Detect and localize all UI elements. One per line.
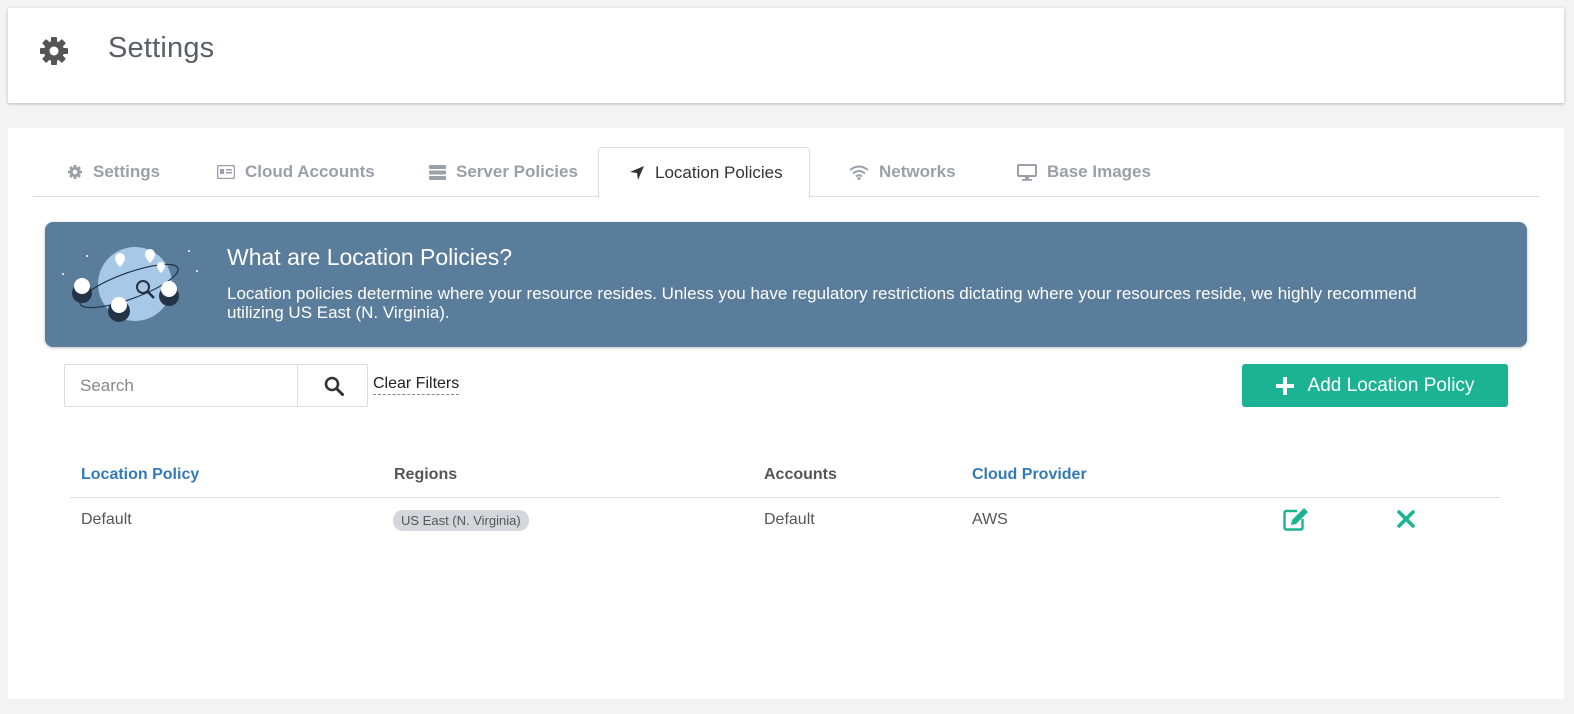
search-input[interactable] [65,365,298,406]
page-header: Settings [8,8,1564,103]
plus-icon [1275,376,1294,395]
page-title: Settings [108,32,215,64]
location-policies-table: Location Policy Regions Accounts Cloud P… [70,454,1501,542]
column-header-location-policy[interactable]: Location Policy [81,466,199,484]
table-row: Default US East (N. Virginia) Default AW… [70,498,1501,542]
info-banner: What are Location Policies? Location pol… [45,222,1527,347]
id-card-icon [217,165,235,179]
tab-networks[interactable]: Networks [845,147,956,197]
banner-description: Location policies determine where your r… [227,284,1417,322]
table-header: Location Policy Regions Accounts Cloud P… [70,454,1501,498]
globe-illustration [62,247,198,322]
settings-panel: Settings Cloud Accounts Server Policies [8,128,1564,699]
column-header-accounts: Accounts [764,466,837,483]
edit-button[interactable] [1283,507,1309,536]
add-button-label: Add Location Policy [1307,374,1475,396]
tab-label: Base Images [1047,162,1151,181]
tab-label: Server Policies [456,162,578,181]
location-arrow-icon [630,165,644,180]
tab-cloud-accounts[interactable]: Cloud Accounts [213,147,375,197]
tab-label: Networks [879,162,956,181]
delete-button[interactable] [1397,510,1415,533]
close-icon [1397,510,1415,528]
tab-bar: Settings Cloud Accounts Server Policies [33,147,1539,198]
tab-label: Settings [93,162,161,181]
server-icon [429,164,446,180]
add-location-policy-button[interactable]: Add Location Policy [1242,364,1508,407]
tab-settings[interactable]: Settings [63,147,160,197]
tab-location-policies[interactable]: Location Policies [598,147,810,198]
wifi-icon [849,165,869,180]
cell-provider: AWS [972,511,1008,528]
column-header-regions: Regions [394,466,458,483]
banner-title: What are Location Policies? [227,244,513,270]
search-button[interactable] [299,365,368,406]
tab-label: Cloud Accounts [245,162,375,181]
tab-server-policies[interactable]: Server Policies [425,147,578,197]
edit-icon [1283,508,1308,531]
region-badge: US East (N. Virginia) [393,510,529,531]
gear-icon [68,165,82,179]
search-box [64,364,368,407]
cell-policy: Default [81,511,132,528]
monitor-icon [1017,163,1037,181]
search-icon [324,376,344,396]
gear-icon [40,37,68,65]
clear-filters-link[interactable]: Clear Filters [373,375,460,395]
tab-label: Location Policies [655,162,783,182]
tab-base-images[interactable]: Base Images [1013,147,1151,197]
cell-accounts: Default [764,511,815,528]
column-header-cloud-provider[interactable]: Cloud Provider [972,466,1087,484]
